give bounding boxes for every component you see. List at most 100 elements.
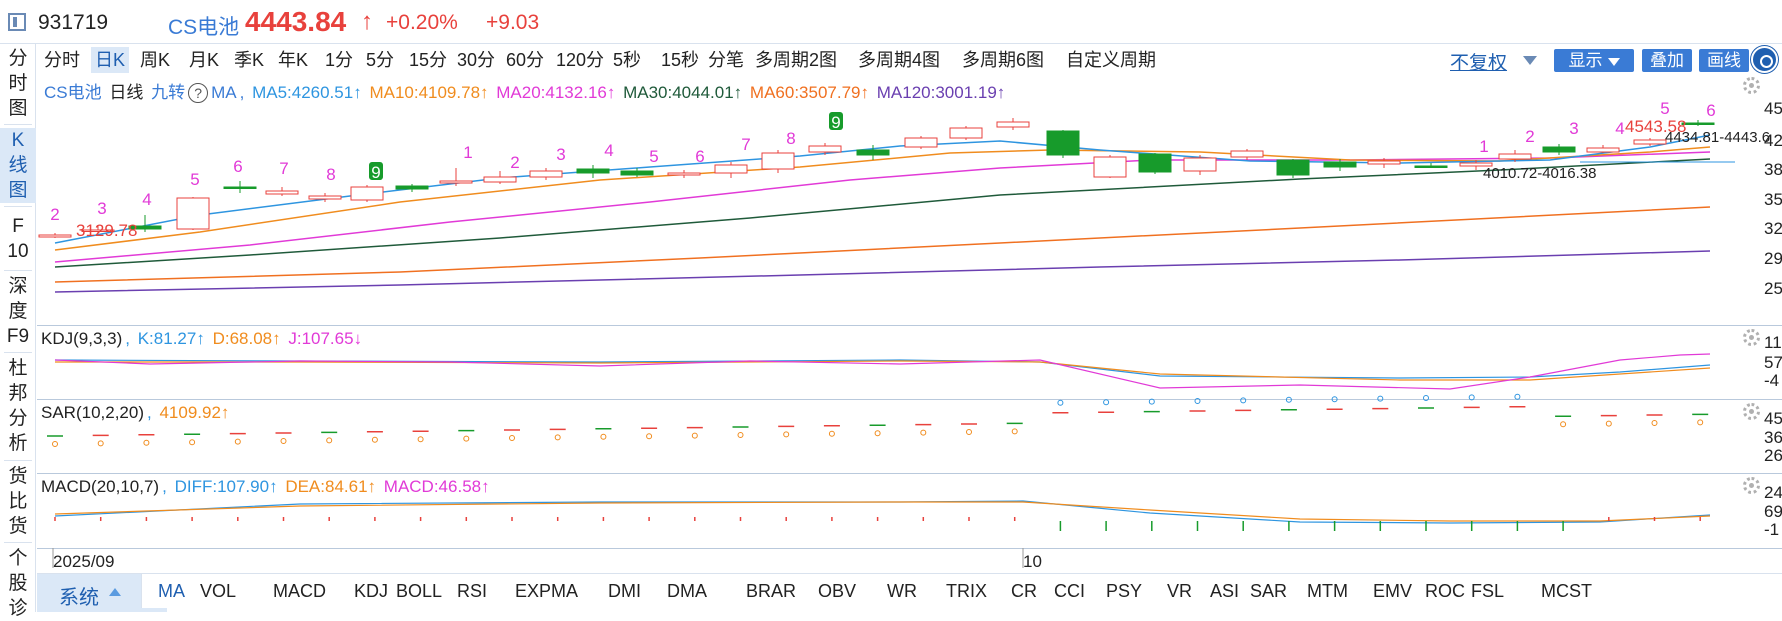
indicator-tab-wr[interactable]: WR xyxy=(887,581,917,602)
indicator-tab-emv[interactable]: EMV xyxy=(1373,581,1412,602)
sar-dot xyxy=(1377,395,1384,402)
y-axis-label: 45 xyxy=(1764,99,1782,118)
candle-body xyxy=(1633,139,1667,145)
sar-dot xyxy=(417,436,424,443)
nine-turn-label: 6 xyxy=(695,147,704,166)
candle-body xyxy=(439,180,473,184)
y-axis-label: 29 xyxy=(1764,249,1782,268)
y-axis-label: 25 xyxy=(1764,279,1782,298)
sar-dot xyxy=(189,439,196,446)
nine-turn-label: 3 xyxy=(1569,119,1578,138)
candle-body xyxy=(1414,165,1448,168)
macd-y-label: 69 xyxy=(1764,502,1782,521)
kline-chart[interactable]: 454238353229251157-44536262469-12 3 456 7 8 9… xyxy=(0,0,1782,612)
indicator-tab-obv[interactable]: OBV xyxy=(818,581,856,602)
indicator-tab-rsi[interactable]: RSI xyxy=(457,581,487,602)
candle-body xyxy=(1138,153,1172,173)
indicator-tab-vr[interactable]: VR xyxy=(1167,581,1192,602)
nine-turn-label: 1 xyxy=(1479,137,1488,156)
sar-dot xyxy=(646,433,653,440)
candle-body xyxy=(1586,147,1620,153)
sar-dot xyxy=(737,432,744,438)
indicator-tab-trix[interactable]: TRIX xyxy=(946,581,987,602)
sar-y-label: 36 xyxy=(1764,428,1782,447)
sar-dot xyxy=(600,433,607,440)
nine-turn-label: 2 xyxy=(510,153,519,172)
candle-body xyxy=(1367,160,1401,165)
nine-turn-label: 9 xyxy=(371,163,380,182)
indicator-tab-cr[interactable]: CR xyxy=(1011,581,1037,602)
sar-dot xyxy=(691,432,698,439)
sar-dot xyxy=(1651,420,1658,426)
indicator-tab-mtm[interactable]: MTM xyxy=(1307,581,1348,602)
price-annotation: 4434.81-4443.6 xyxy=(1665,129,1770,146)
sar-y-label: 26 xyxy=(1764,446,1782,465)
sar-dot xyxy=(966,429,972,435)
indicator-tab-psy[interactable]: PSY xyxy=(1106,581,1142,602)
nine-turn-label: 7 xyxy=(279,159,288,178)
candle-body xyxy=(856,149,890,156)
candle-body xyxy=(308,195,342,200)
sar-dot xyxy=(1514,393,1521,400)
sar-dot xyxy=(1423,395,1429,401)
sar-dot xyxy=(1194,398,1201,404)
nine-turn-label: 2 xyxy=(1525,127,1534,146)
nine-turn-label: 5 xyxy=(190,170,199,189)
y-axis-label: 35 xyxy=(1764,190,1782,209)
system-tab[interactable]: 系统 xyxy=(37,574,142,612)
indicator-tab-vol[interactable]: VOL xyxy=(200,581,236,602)
nine-turn-label: 4 xyxy=(1615,119,1624,138)
nine-turn-label: 1 xyxy=(463,143,472,162)
macd-y-label: 24 xyxy=(1764,483,1782,502)
x-axis-mid: 10 xyxy=(1023,552,1042,571)
sar-dot xyxy=(371,436,378,443)
sar-dot xyxy=(783,431,790,438)
sar-dot xyxy=(97,440,104,447)
indicator-tab-kdj[interactable]: KDJ xyxy=(354,581,388,602)
sar-dot xyxy=(463,435,470,442)
candle-body xyxy=(1323,161,1357,168)
indicator-tab-dmi[interactable]: DMI xyxy=(608,581,641,602)
nine-turn-label: 3 xyxy=(556,145,565,164)
candle-body xyxy=(576,168,610,174)
sar-dot xyxy=(143,439,150,446)
candle-body xyxy=(1093,156,1127,178)
indicator-tab-ma[interactable]: MA xyxy=(158,581,185,602)
candle-body xyxy=(1046,130,1080,156)
candle-body xyxy=(1276,159,1310,176)
kdj-y-label: 11 xyxy=(1764,333,1782,352)
nine-turn-label: 6 xyxy=(1706,101,1715,120)
system-tab-underline xyxy=(37,608,167,612)
sar-dot xyxy=(52,441,58,447)
indicator-tab-fsl[interactable]: FSL xyxy=(1471,581,1504,602)
macd-y-label: -1 xyxy=(1764,520,1779,539)
candle-body xyxy=(1183,157,1217,172)
sar-dot xyxy=(1560,421,1567,428)
ma-line xyxy=(54,158,1711,268)
indicator-tab-macd[interactable]: MACD xyxy=(273,581,326,602)
candle-body xyxy=(1230,150,1264,158)
indicator-tab-sar[interactable]: SAR xyxy=(1250,581,1287,602)
indicator-tab-expma[interactable]: EXPMA xyxy=(515,581,578,602)
candle-body xyxy=(761,152,795,170)
candle-body xyxy=(808,145,842,153)
candle-body xyxy=(667,172,701,176)
nine-turn-label: 4 xyxy=(142,190,151,209)
nine-turn-label: 5 xyxy=(1660,99,1669,118)
indicator-tab-brar[interactable]: BRAR xyxy=(746,581,796,602)
indicator-tab-cci[interactable]: CCI xyxy=(1054,581,1085,602)
indicator-tab-mcst[interactable]: MCST xyxy=(1541,581,1592,602)
candle-body xyxy=(996,121,1030,128)
indicator-tab-boll[interactable]: BOLL xyxy=(396,581,442,602)
candle-body xyxy=(1542,146,1576,153)
ma-line xyxy=(54,151,1711,263)
sar-y-label: 45 xyxy=(1764,409,1782,428)
candle-body xyxy=(176,197,210,230)
candle-body xyxy=(1498,153,1532,160)
indicator-tab-asi[interactable]: ASI xyxy=(1210,581,1239,602)
indicator-tab-dma[interactable]: DMA xyxy=(667,581,707,602)
nine-turn-label: 8 xyxy=(326,165,335,184)
candle-body xyxy=(223,186,257,189)
sar-dot xyxy=(1697,419,1704,426)
indicator-tab-roc[interactable]: ROC xyxy=(1425,581,1465,602)
